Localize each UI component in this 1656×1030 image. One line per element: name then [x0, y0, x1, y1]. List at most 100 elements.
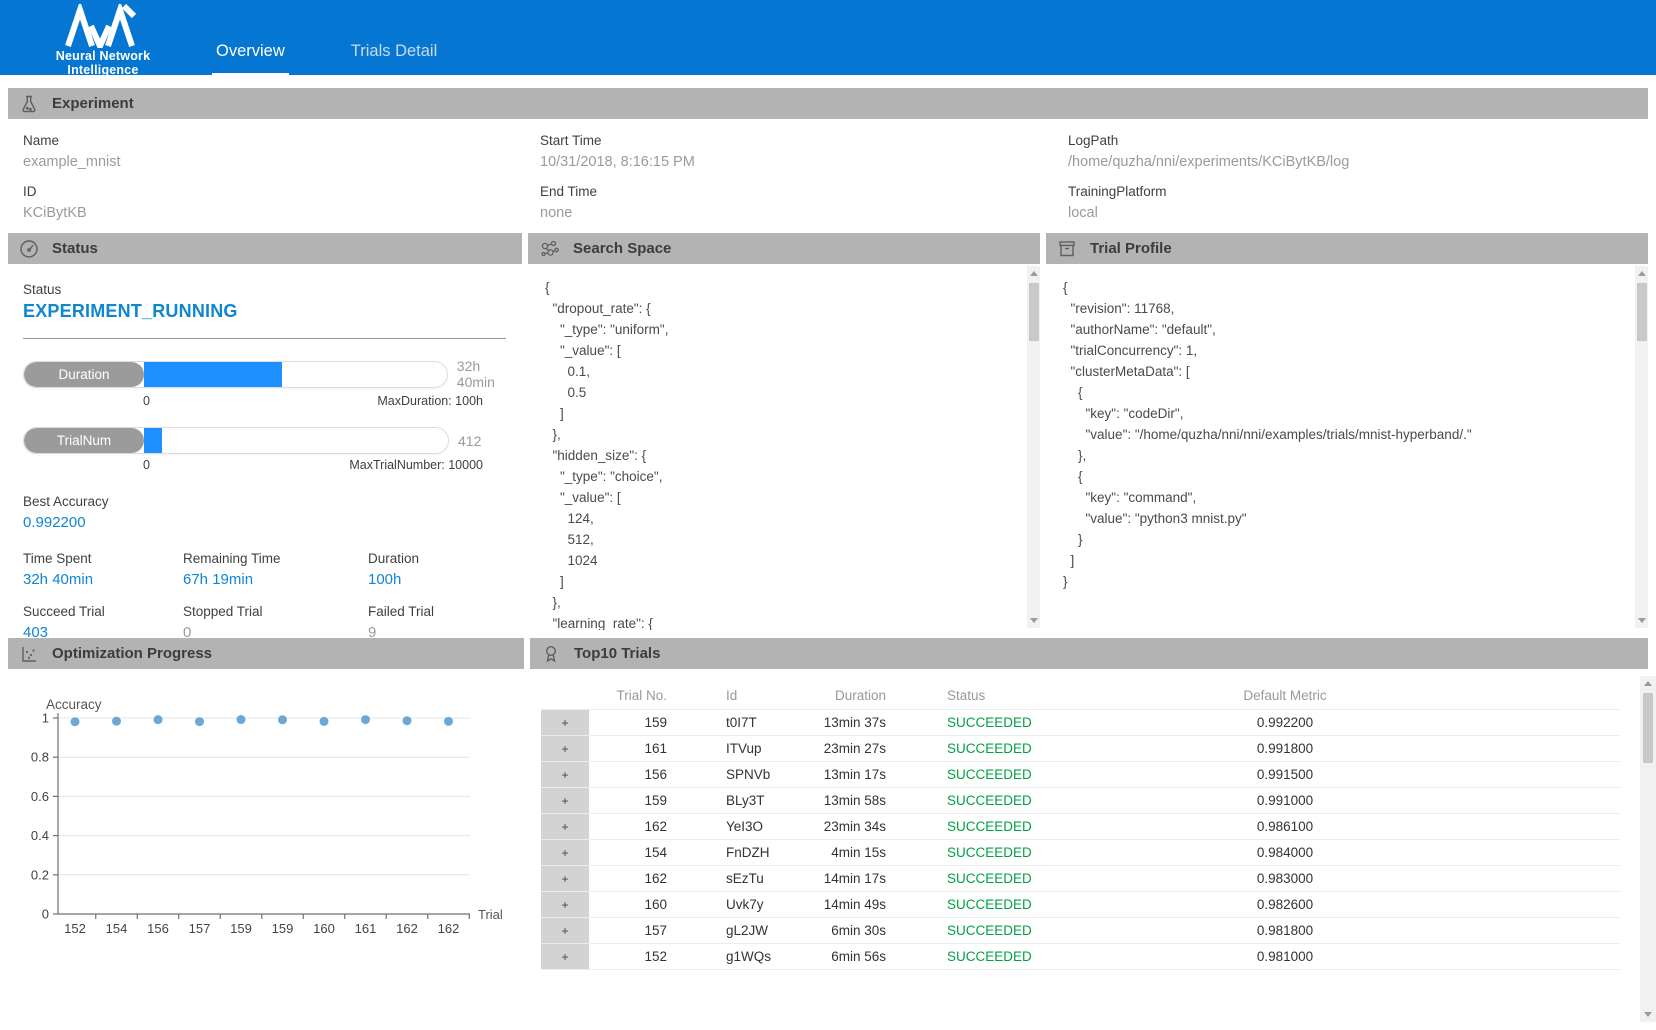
duration-progress-bar: Duration [23, 361, 448, 388]
search-space-scrollbar[interactable] [1027, 266, 1040, 628]
scroll-down-icon[interactable] [1638, 618, 1646, 623]
code-line: "dropout_rate": { [545, 298, 1016, 319]
expand-row-button[interactable]: + [541, 736, 589, 762]
trialnum-bar-label: TrialNum [24, 428, 144, 453]
svg-text:160: 160 [313, 921, 335, 936]
trial-id-cell: sEzTu [679, 866, 810, 892]
trial-id-cell: g1WQs [679, 944, 810, 970]
code-line: "revision": 11768, [1063, 298, 1624, 319]
search-space-json: { "dropout_rate": { "_type": "uniform", … [528, 264, 1040, 630]
trial-no-cell: 159 [589, 788, 679, 814]
svg-text:0: 0 [42, 907, 49, 922]
col-header-duration: Duration [810, 681, 925, 710]
trial-no-cell: 154 [589, 840, 679, 866]
duration-progress-row: Duration 32h 40min [23, 358, 522, 390]
trial-duration-cell: 13min 17s [810, 762, 925, 788]
top10-trials-rows: +159t0I7T13min 37sSUCCEEDED0.992200+161I… [541, 710, 1620, 970]
tab-overview[interactable]: Overview [212, 42, 289, 75]
table-row: +160Uvk7y14min 49sSUCCEEDED0.982600 [541, 892, 1620, 918]
duration-bar-label: Duration [24, 362, 144, 387]
svg-text:0.4: 0.4 [31, 828, 49, 843]
field-label: ID [23, 184, 121, 199]
trial-no-cell: 162 [589, 866, 679, 892]
scrollbar-thumb[interactable] [1029, 283, 1039, 341]
filler-cell [1475, 762, 1620, 788]
scroll-down-icon[interactable] [1030, 618, 1038, 623]
expand-row-button[interactable]: + [541, 840, 589, 866]
code-line: "trialConcurrency": 1, [1063, 340, 1624, 361]
duration-bar-value: 32h 40min [457, 358, 522, 390]
svg-text:156: 156 [147, 921, 169, 936]
stat-succeed-trial: Succeed Trial 403 [23, 604, 183, 641]
trial-no-cell: 159 [589, 710, 679, 736]
code-line: "_type": "uniform", [545, 319, 1016, 340]
trial-status-cell: SUCCEEDED [925, 892, 1095, 918]
field-value: none [540, 205, 695, 221]
expand-row-button[interactable]: + [541, 788, 589, 814]
code-line: { [1063, 382, 1624, 403]
top10-scrollbar[interactable] [1640, 676, 1656, 1022]
trial-id-cell: t0I7T [679, 710, 810, 736]
scroll-up-icon[interactable] [1644, 681, 1652, 686]
scrollbar-thumb[interactable] [1643, 693, 1653, 763]
scroll-up-icon[interactable] [1030, 271, 1038, 276]
filler-cell [1475, 840, 1620, 866]
trial-no-cell: 161 [589, 736, 679, 762]
gauge-icon [19, 239, 39, 259]
code-line: { [1063, 277, 1624, 298]
expand-row-button[interactable]: + [541, 944, 589, 970]
scrollbar-thumb[interactable] [1637, 283, 1647, 341]
flask-icon [19, 94, 39, 114]
trial-duration-cell: 4min 15s [810, 840, 925, 866]
status-section-bar: Status [8, 233, 522, 264]
trial-profile-json: { "revision": 11768, "authorName": "defa… [1046, 264, 1648, 592]
expand-row-button[interactable]: + [541, 866, 589, 892]
trialnum-max: MaxTrialNumber: 10000 [349, 458, 483, 472]
code-line: "value": "/home/quzha/nni/nni/examples/t… [1063, 424, 1624, 445]
trial-metric-cell: 0.986100 [1095, 814, 1475, 840]
trial-duration-cell: 6min 56s [810, 944, 925, 970]
table-row: +159BLy3T13min 58sSUCCEEDED0.991000 [541, 788, 1620, 814]
field-value: /home/quzha/nni/experiments/KCiBytKB/log [1068, 154, 1349, 170]
svg-text:0.8: 0.8 [31, 750, 49, 765]
code-line: 0.1, [545, 361, 1016, 382]
expand-row-button[interactable]: + [541, 918, 589, 944]
field-label: Name [23, 133, 121, 148]
code-line: "learning_rate": { [545, 613, 1016, 630]
field-value: 10/31/2018, 8:16:15 PM [540, 154, 695, 170]
scroll-down-icon[interactable] [1644, 1012, 1652, 1017]
code-line: "key": "command", [1063, 487, 1624, 508]
filler-cell [1475, 736, 1620, 762]
expand-column-header [541, 681, 589, 710]
svg-text:154: 154 [106, 921, 128, 936]
experiment-details: Name example_mnist ID KCiBytKB Start Tim… [8, 119, 1648, 227]
search-space-section-bar: Search Space [528, 233, 1040, 264]
status-label: Status [23, 282, 522, 297]
experiment-col-1: Name example_mnist ID KCiBytKB [23, 119, 121, 221]
trial-duration-cell: 13min 58s [810, 788, 925, 814]
expand-row-button[interactable]: + [541, 710, 589, 736]
expand-row-button[interactable]: + [541, 892, 589, 918]
trial-status-cell: SUCCEEDED [925, 788, 1095, 814]
accuracy-scatter-chart: Accuracy00.20.40.60.81152154156157159159… [8, 669, 524, 964]
code-line: } [1063, 529, 1624, 550]
nni-logo-icon [60, 4, 146, 48]
svg-text:159: 159 [272, 921, 294, 936]
code-line: "_value": [ [545, 487, 1016, 508]
trial-metric-cell: 0.984000 [1095, 840, 1475, 866]
stat-remaining-time: Remaining Time 67h 19min [183, 551, 368, 588]
expand-row-button[interactable]: + [541, 762, 589, 788]
trial-duration-cell: 13min 37s [810, 710, 925, 736]
best-accuracy-label: Best Accuracy [23, 494, 522, 509]
trial-profile-scrollbar[interactable] [1635, 266, 1648, 628]
code-line: }, [1063, 445, 1624, 466]
code-line: "key": "codeDir", [1063, 403, 1624, 424]
trial-duration-cell: 14min 49s [810, 892, 925, 918]
tab-trials-detail[interactable]: Trials Detail [347, 42, 442, 75]
best-accuracy-value: 0.992200 [23, 514, 522, 531]
stat-time-spent: Time Spent 32h 40min [23, 551, 183, 588]
stat-failed-trial: Failed Trial 9 [368, 604, 522, 641]
trial-profile-section-bar: Trial Profile [1046, 233, 1648, 264]
expand-row-button[interactable]: + [541, 814, 589, 840]
scroll-up-icon[interactable] [1638, 271, 1646, 276]
